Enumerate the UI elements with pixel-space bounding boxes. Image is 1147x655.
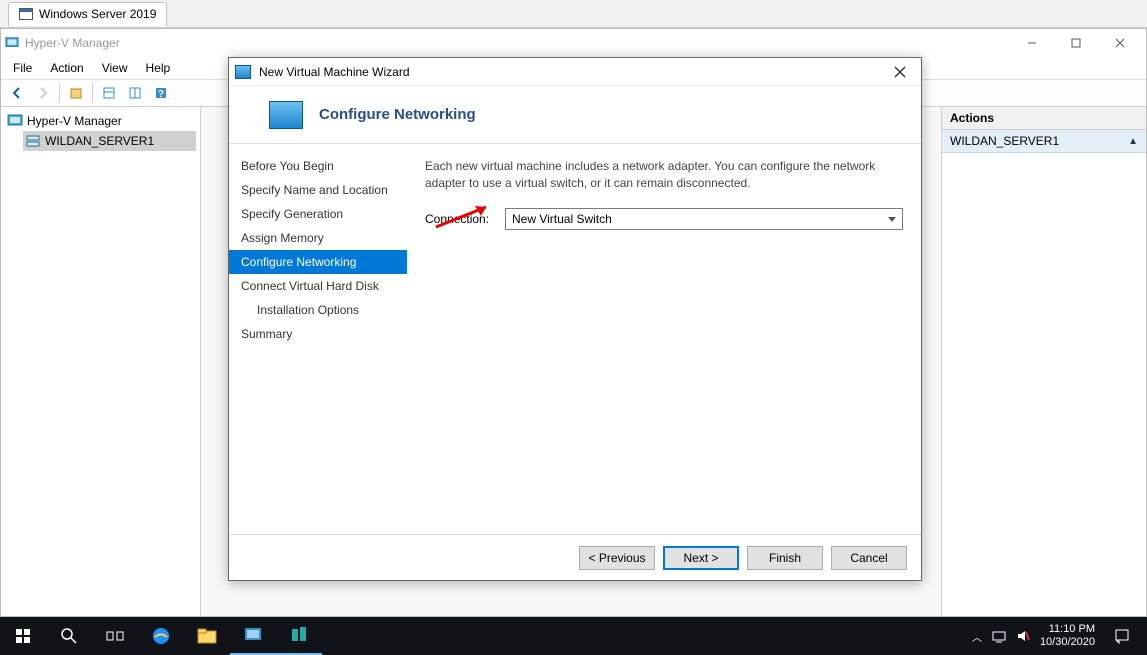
- tree-root[interactable]: Hyper-V Manager: [5, 111, 196, 131]
- tree-panel: Hyper-V Manager WILDAN_SERVER1: [1, 107, 201, 616]
- toolbar-separator: [92, 83, 93, 103]
- tab-title: Windows Server 2019: [39, 7, 156, 21]
- minimize-button[interactable]: [1010, 30, 1054, 56]
- connection-dropdown[interactable]: New Virtual Switch: [505, 208, 903, 230]
- wizard-step[interactable]: Assign Memory: [229, 226, 407, 250]
- windows-icon: [19, 8, 33, 20]
- wizard-dialog: New Virtual Machine Wizard Configure Net…: [228, 57, 922, 581]
- wizard-step[interactable]: Specify Generation: [229, 202, 407, 226]
- annotation-arrow-icon: [431, 202, 501, 232]
- server-icon: [25, 133, 41, 149]
- search-button[interactable]: [46, 617, 92, 655]
- wizard-step[interactable]: Configure Networking: [229, 250, 407, 274]
- browser-tab[interactable]: Windows Server 2019: [8, 2, 167, 26]
- wizard-steps: Before You BeginSpecify Name and Locatio…: [229, 144, 407, 534]
- volume-icon[interactable]: [1016, 629, 1030, 643]
- network-icon[interactable]: [992, 629, 1006, 643]
- tree-server[interactable]: WILDAN_SERVER1: [23, 131, 196, 151]
- previous-button[interactable]: < Previous: [579, 546, 655, 570]
- maximize-button[interactable]: [1054, 30, 1098, 56]
- taskbar-date: 10/30/2020: [1040, 636, 1095, 649]
- taskbar-servermanager[interactable]: [276, 617, 322, 655]
- actions-pane: Actions WILDAN_SERVER1 ▲: [941, 107, 1146, 616]
- tray-chevron-icon[interactable]: ︿: [972, 629, 982, 644]
- hyperv-icon: [7, 113, 23, 129]
- start-button[interactable]: [0, 617, 46, 655]
- taskbar-ie[interactable]: [138, 617, 184, 655]
- wizard-footer: < Previous Next > Finish Cancel: [229, 534, 921, 580]
- actions-server-header[interactable]: WILDAN_SERVER1 ▲: [942, 130, 1146, 153]
- wizard-heading: Configure Networking: [319, 106, 476, 123]
- close-button[interactable]: [1098, 30, 1142, 56]
- taskbar-time: 11:10 PM: [1040, 623, 1095, 636]
- nav-back-button[interactable]: [5, 82, 29, 104]
- connection-value: New Virtual Switch: [512, 212, 612, 226]
- wizard-close-button[interactable]: [885, 60, 915, 84]
- tree-root-label: Hyper-V Manager: [27, 114, 122, 128]
- wizard-title: New Virtual Machine Wizard: [259, 65, 885, 79]
- cancel-button[interactable]: Cancel: [831, 546, 907, 570]
- wizard-step[interactable]: Connect Virtual Hard Disk: [229, 274, 407, 298]
- taskbar-clock[interactable]: 11:10 PM 10/30/2020: [1040, 623, 1095, 649]
- wizard-large-icon: [269, 101, 303, 129]
- help-button[interactable]: ?: [149, 82, 173, 104]
- taskbar-app-1[interactable]: [230, 617, 276, 655]
- menu-file[interactable]: File: [5, 59, 40, 77]
- tree-server-label: WILDAN_SERVER1: [45, 134, 154, 148]
- wizard-step[interactable]: Summary: [229, 322, 407, 346]
- wizard-icon: [235, 65, 251, 79]
- toolbar-separator: [59, 83, 60, 103]
- browser-tabbar: Windows Server 2019: [0, 0, 1147, 28]
- taskview-button[interactable]: [92, 617, 138, 655]
- wizard-step[interactable]: Specify Name and Location: [229, 178, 407, 202]
- wizard-titlebar: New Virtual Machine Wizard: [229, 58, 921, 86]
- wizard-content: Each new virtual machine includes a netw…: [407, 144, 921, 534]
- taskbar-explorer[interactable]: [184, 617, 230, 655]
- properties-button[interactable]: [64, 82, 88, 104]
- actions-server-label: WILDAN_SERVER1: [950, 134, 1059, 148]
- nav-forward-button[interactable]: [31, 82, 55, 104]
- wizard-step[interactable]: Installation Options: [229, 298, 407, 322]
- toolbar-button-2[interactable]: [123, 82, 147, 104]
- wizard-header: Configure Networking: [229, 86, 921, 144]
- toolbar-button-1[interactable]: [97, 82, 121, 104]
- hyperv-titlebar: Hyper-V Manager: [1, 29, 1146, 57]
- window-title: Hyper-V Manager: [25, 36, 1010, 50]
- taskbar: ︿ 11:10 PM 10/30/2020: [0, 617, 1147, 655]
- svg-text:?: ?: [158, 89, 164, 100]
- menu-view[interactable]: View: [94, 59, 136, 77]
- actions-header: Actions: [942, 107, 1146, 130]
- collapse-icon: ▲: [1128, 136, 1138, 147]
- finish-button[interactable]: Finish: [747, 546, 823, 570]
- system-tray: ︿ 11:10 PM 10/30/2020: [964, 617, 1147, 655]
- notifications-button[interactable]: [1105, 617, 1139, 655]
- next-button[interactable]: Next >: [663, 546, 739, 570]
- hyperv-icon: [5, 36, 19, 50]
- wizard-step[interactable]: Before You Begin: [229, 154, 407, 178]
- wizard-description: Each new virtual machine includes a netw…: [425, 158, 903, 192]
- menu-help[interactable]: Help: [138, 59, 179, 77]
- menu-action[interactable]: Action: [42, 59, 91, 77]
